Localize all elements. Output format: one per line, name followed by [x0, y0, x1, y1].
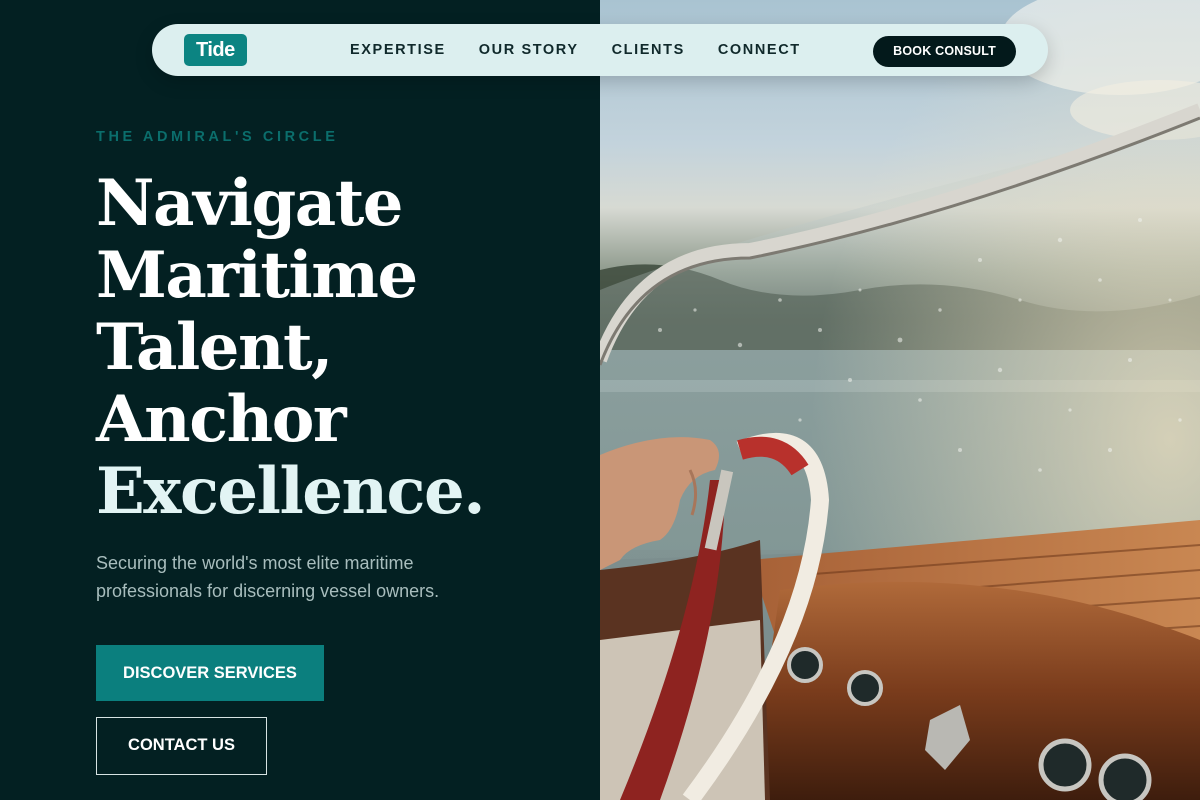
- headline-line: Maritime: [96, 238, 418, 313]
- nav-link-our-story[interactable]: OUR STORY: [479, 42, 579, 58]
- nav-link-connect[interactable]: CONNECT: [718, 42, 801, 58]
- headline-line: Navigate: [96, 166, 403, 241]
- tide-logo[interactable]: Tide: [184, 34, 247, 66]
- page: THE ADMIRAL'S CIRCLE Navigate Maritime T…: [0, 0, 1200, 800]
- hero-image: [600, 0, 1200, 800]
- contact-us-button[interactable]: CONTACT US: [96, 717, 267, 775]
- nav-link-expertise[interactable]: EXPERTISE: [350, 42, 446, 58]
- discover-services-button[interactable]: DISCOVER SERVICES: [96, 645, 324, 701]
- book-consult-button[interactable]: BOOK CONSULT: [873, 36, 1016, 67]
- nav-links: EXPERTISE OUR STORY CLIENTS CONNECT: [350, 24, 801, 76]
- headline-line: Anchor: [96, 382, 347, 457]
- nav-link-clients[interactable]: CLIENTS: [612, 42, 685, 58]
- hero-subtitle: Securing the world's most elite maritime…: [96, 553, 440, 601]
- hero-headline: Navigate Maritime Talent, Anchor Excelle…: [96, 168, 576, 528]
- headline-line: Excellence.: [96, 454, 485, 529]
- top-navbar: Tide EXPERTISE OUR STORY CLIENTS CONNECT…: [152, 24, 1048, 76]
- hero-eyebrow: THE ADMIRAL'S CIRCLE: [96, 129, 339, 145]
- hero-left-panel: THE ADMIRAL'S CIRCLE Navigate Maritime T…: [0, 0, 600, 800]
- boat-photo-illustration: [600, 0, 1200, 800]
- headline-line: Talent,: [96, 310, 333, 385]
